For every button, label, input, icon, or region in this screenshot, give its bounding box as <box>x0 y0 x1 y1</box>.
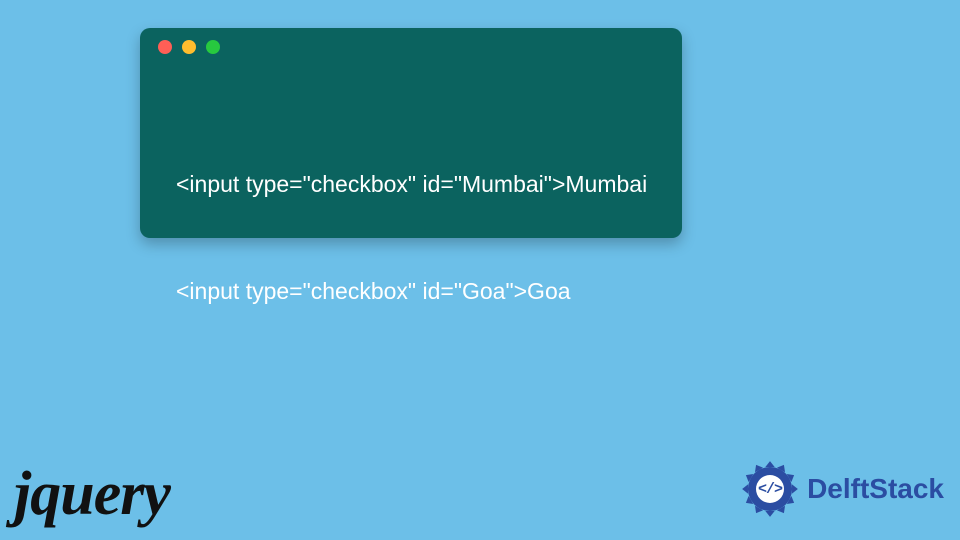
delftstack-text: DelftStack <box>807 473 944 505</box>
jquery-logo: jQuery <box>14 459 170 530</box>
delftstack-name: DelftStack <box>807 473 944 504</box>
code-brackets-icon: </> <box>756 475 784 503</box>
code-line: <input type="checkbox" id="Goa">Goa <box>176 274 652 310</box>
delftstack-emblem: </> <box>741 460 799 518</box>
zoom-icon <box>206 40 220 54</box>
code-block: <input type="checkbox" id="Mumbai">Mumba… <box>140 66 682 381</box>
code-window: <input type="checkbox" id="Mumbai">Mumba… <box>140 28 682 238</box>
close-icon <box>158 40 172 54</box>
delftstack-logo: </> DelftStack <box>741 460 944 518</box>
jquery-logo-text: jQuery <box>14 459 170 530</box>
minimize-icon <box>182 40 196 54</box>
window-titlebar <box>140 28 682 66</box>
code-line: <input type="checkbox" id="Mumbai">Mumba… <box>176 167 652 203</box>
